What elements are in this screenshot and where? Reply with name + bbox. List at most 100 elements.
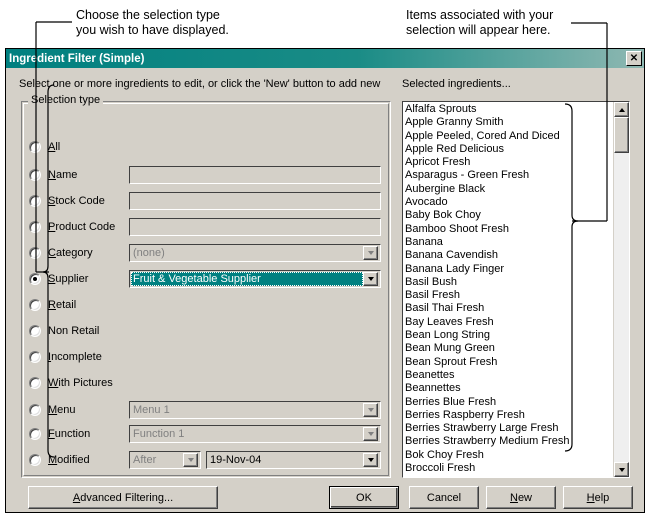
radio-non-retail[interactable]: Non Retail bbox=[29, 324, 129, 337]
scrollbar-thumb[interactable] bbox=[614, 117, 629, 153]
combo-menu[interactable]: Menu 1 bbox=[129, 400, 381, 419]
list-item[interactable]: Avocado bbox=[405, 196, 613, 209]
radio-button-icon[interactable] bbox=[29, 220, 41, 233]
combo-function[interactable]: Function 1 bbox=[129, 424, 381, 443]
ingredients-scrollbar[interactable] bbox=[613, 102, 629, 477]
list-item[interactable]: Apple Red Delicious bbox=[405, 143, 613, 156]
instruction-text: Select one or more ingredients to edit, … bbox=[19, 78, 381, 90]
combo-value: Menu 1 bbox=[133, 403, 170, 416]
advanced-filtering-button[interactable]: Advanced Filtering... bbox=[28, 486, 218, 509]
list-item[interactable]: Basil Thai Fresh bbox=[405, 302, 613, 315]
list-item[interactable]: Aubergine Black bbox=[405, 183, 613, 196]
list-item[interactable]: Berries Strawberry Medium Fresh bbox=[405, 435, 613, 448]
selection-row-non-retail: Non Retail bbox=[29, 322, 389, 339]
radio-stock-code[interactable]: Stock Code bbox=[29, 194, 129, 207]
chevron-down-icon[interactable] bbox=[363, 245, 378, 260]
selection-row-name: Name bbox=[29, 165, 389, 184]
radio-button-icon[interactable] bbox=[29, 194, 41, 207]
scrollbar-track[interactable] bbox=[614, 117, 629, 462]
list-item[interactable]: Apricot Fresh bbox=[405, 156, 613, 169]
list-item[interactable]: Banana Cavendish bbox=[405, 249, 613, 262]
radio-button-icon[interactable] bbox=[29, 168, 41, 181]
list-item[interactable]: Baby Bok Choy bbox=[405, 209, 613, 222]
list-item[interactable]: Bok Choy Fresh bbox=[405, 449, 613, 462]
help-button[interactable]: Help bbox=[563, 486, 633, 509]
radio-label-text: Category bbox=[48, 246, 93, 259]
selection-row-product-code: Product Code bbox=[29, 217, 389, 236]
list-item[interactable]: Beannettes bbox=[405, 382, 613, 395]
radio-button-icon[interactable] bbox=[29, 298, 41, 311]
radio-button-icon[interactable] bbox=[29, 403, 41, 416]
list-item[interactable]: Bay Leaves Fresh bbox=[405, 316, 613, 329]
chevron-down-icon[interactable] bbox=[363, 402, 378, 417]
list-item[interactable]: Apple Granny Smith bbox=[405, 116, 613, 129]
cancel-button[interactable]: Cancel bbox=[409, 486, 479, 509]
radio-incomplete[interactable]: Incomplete bbox=[29, 350, 129, 363]
radio-button-icon[interactable] bbox=[29, 453, 41, 466]
list-item[interactable]: Banana Lady Finger bbox=[405, 263, 613, 276]
scroll-down-arrow-icon[interactable] bbox=[614, 462, 629, 477]
list-item[interactable]: Berries Raspberry Fresh bbox=[405, 409, 613, 422]
textbox-stock-code[interactable] bbox=[129, 191, 381, 210]
window-title: Ingredient Filter (Simple) bbox=[9, 52, 145, 65]
list-item[interactable]: Basil Fresh bbox=[405, 289, 613, 302]
scroll-up-arrow-icon[interactable] bbox=[614, 102, 629, 117]
list-item[interactable]: Broccoli Fresh bbox=[405, 462, 613, 475]
combo-category[interactable]: (none) bbox=[129, 243, 381, 262]
radio-button-icon[interactable] bbox=[29, 272, 41, 285]
combo-modified-operator[interactable]: After bbox=[129, 450, 201, 469]
radio-modified[interactable]: Modified bbox=[29, 453, 129, 466]
chevron-down-icon[interactable] bbox=[363, 271, 378, 286]
radio-retail[interactable]: Retail bbox=[29, 298, 129, 311]
list-item[interactable]: Asparagus - Green Fresh bbox=[405, 169, 613, 182]
radio-label-text: All bbox=[48, 140, 61, 153]
new-button[interactable]: New bbox=[486, 486, 556, 509]
radio-button-icon[interactable] bbox=[29, 427, 41, 440]
list-item[interactable]: Berries Strawberry Large Fresh bbox=[405, 422, 613, 435]
list-item[interactable]: Beanettes bbox=[405, 369, 613, 382]
close-icon[interactable]: ✕ bbox=[626, 51, 642, 66]
radio-supplier[interactable]: Supplier bbox=[29, 272, 129, 285]
radio-menu[interactable]: Menu bbox=[29, 403, 129, 416]
radio-label-text: Modified bbox=[48, 453, 90, 466]
radio-button-icon[interactable] bbox=[29, 350, 41, 363]
chevron-down-icon[interactable] bbox=[363, 452, 378, 467]
radio-function[interactable]: Function bbox=[29, 427, 129, 440]
list-item[interactable]: Berries Blue Fresh bbox=[405, 396, 613, 409]
radio-all[interactable]: All bbox=[29, 140, 129, 153]
list-item[interactable]: Bean Mung Green bbox=[405, 342, 613, 355]
list-item[interactable]: Apple Peeled, Cored And Diced bbox=[405, 130, 613, 143]
ingredients-listbox[interactable]: Alfalfa Sprouts Apple Granny Smith Apple P… bbox=[402, 101, 630, 478]
radio-label-text: Name bbox=[48, 168, 78, 181]
radio-label-text: Retail bbox=[48, 298, 77, 311]
list-item[interactable]: Bean Sprout Fresh bbox=[405, 356, 613, 369]
ingredients-list[interactable]: Alfalfa Sprouts Apple Granny Smith Apple P… bbox=[403, 102, 613, 477]
textbox-product-code[interactable] bbox=[129, 217, 381, 236]
radio-button-icon[interactable] bbox=[29, 324, 41, 337]
selection-row-all: All bbox=[29, 138, 389, 155]
radio-product-code[interactable]: Product Code bbox=[29, 220, 129, 233]
textbox-name[interactable] bbox=[129, 165, 381, 184]
radio-with-pictures[interactable]: With Pictures bbox=[29, 376, 129, 389]
combo-supplier[interactable]: Fruit & Vegetable Supplier bbox=[129, 269, 381, 288]
radio-label-text: Incomplete bbox=[48, 350, 102, 363]
radio-button-icon[interactable] bbox=[29, 140, 41, 153]
list-item[interactable]: Bamboo Shoot Fresh bbox=[405, 223, 613, 236]
radio-button-icon[interactable] bbox=[29, 246, 41, 259]
selected-ingredients-label: Selected ingredients... bbox=[402, 78, 511, 90]
selection-row-category: Category (none) bbox=[29, 243, 389, 262]
list-item[interactable]: Bean Long String bbox=[405, 329, 613, 342]
ok-button[interactable]: OK bbox=[329, 486, 399, 509]
combo-modified-date[interactable]: 19-Nov-04 bbox=[206, 450, 381, 469]
list-item[interactable]: Alfalfa Sprouts bbox=[405, 103, 613, 116]
ingredient-filter-dialog: Ingredient Filter (Simple) ✕ Select one … bbox=[5, 48, 645, 513]
chevron-down-icon[interactable] bbox=[363, 426, 378, 441]
chevron-down-icon[interactable] bbox=[183, 452, 198, 467]
list-item[interactable]: Basil Bush bbox=[405, 276, 613, 289]
radio-category[interactable]: Category bbox=[29, 246, 129, 259]
radio-button-icon[interactable] bbox=[29, 376, 41, 389]
radio-label-text: With Pictures bbox=[48, 376, 113, 389]
list-item[interactable]: Banana bbox=[405, 236, 613, 249]
radio-name[interactable]: Name bbox=[29, 168, 129, 181]
dialog-body: Select one or more ingredients to edit, … bbox=[6, 68, 644, 512]
